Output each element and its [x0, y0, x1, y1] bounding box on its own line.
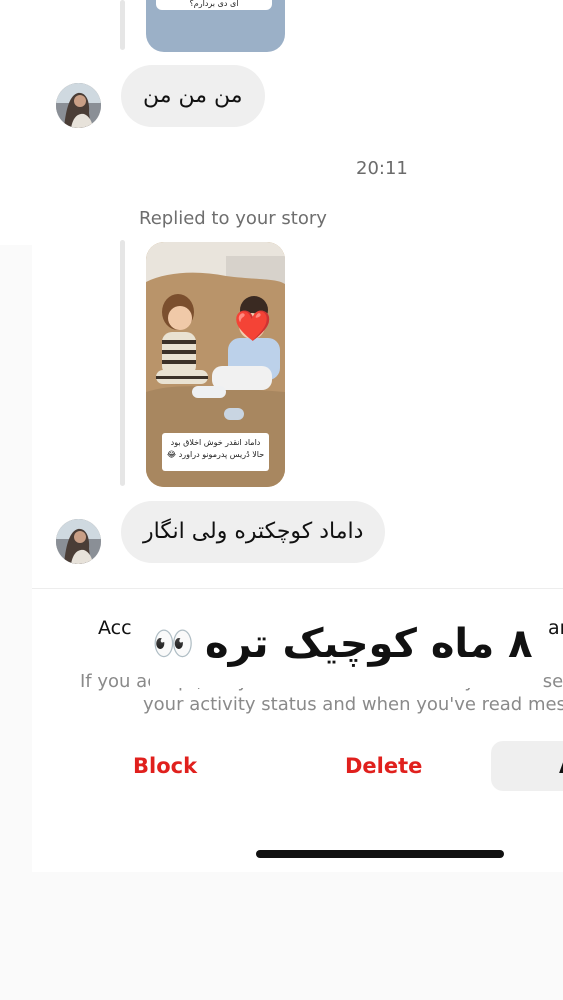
story-caption-top: هرکی دید استوری رو یه لایک میکنه الان ای…: [156, 0, 272, 10]
avatar[interactable]: [56, 519, 101, 564]
home-indicator[interactable]: [256, 850, 504, 858]
story-caption: داماد انقدر خوش اخلاق بود حالا دُریس پدر…: [162, 433, 269, 471]
overlay-caption: ۸ ماه کوچیک تره: [205, 621, 533, 667]
avatar[interactable]: [56, 83, 101, 128]
divider: [32, 588, 563, 589]
accept-title-right: ar: [548, 617, 563, 639]
story-reply-line: [120, 240, 125, 486]
eyes-emoji: 👀: [152, 624, 195, 664]
story-preview-top[interactable]: هرکی دید استوری رو یه لایک میکنه الان ای…: [146, 0, 285, 52]
replied-label: Replied to your story: [139, 208, 327, 229]
story-reply-line: [120, 0, 125, 50]
accept-button[interactable]: A: [491, 741, 563, 791]
story-preview[interactable]: ❤️ داماد انقدر خوش اخلاق بود حالا دُریس …: [146, 242, 285, 487]
background-strip: [0, 0, 32, 1000]
message-bubble[interactable]: من من من: [121, 65, 265, 127]
info-text-line2: your activity status and when you've rea…: [143, 694, 563, 715]
delete-button[interactable]: Delete: [345, 754, 422, 778]
heart-sticker: ❤️: [234, 309, 272, 344]
timestamp: 20:11: [356, 158, 408, 179]
block-button[interactable]: Block: [133, 754, 197, 778]
message-bubble[interactable]: داماد کوچکتره ولی انگار: [121, 501, 386, 563]
accept-title-left: Acc: [98, 617, 132, 639]
chat-sheet: [32, 0, 563, 872]
